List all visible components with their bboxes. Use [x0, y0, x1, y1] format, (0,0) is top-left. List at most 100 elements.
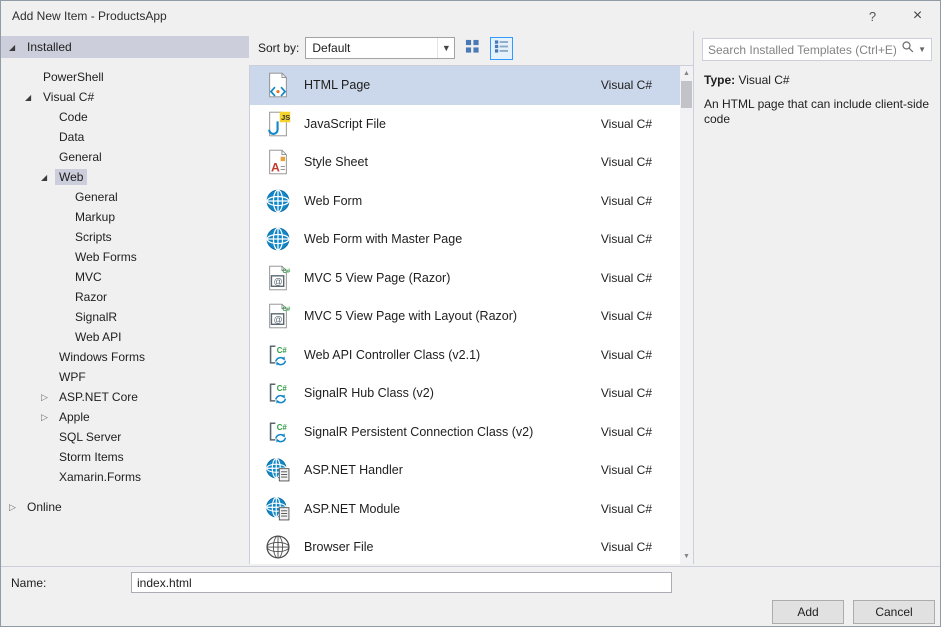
template-name: SignalR Hub Class (v2): [304, 386, 601, 400]
template-language: Visual C#: [601, 463, 652, 477]
template-name: Web Form: [304, 194, 601, 208]
template-language: Visual C#: [601, 117, 652, 131]
scroll-up-icon[interactable]: ▲: [680, 67, 693, 80]
template-language: Visual C#: [601, 232, 652, 246]
tree-item-markup[interactable]: Markup: [1, 207, 249, 227]
tree-item-label: Installed: [23, 39, 76, 55]
scrollbar-thumb[interactable]: [681, 81, 692, 108]
tree-item-online[interactable]: ▷ Online: [1, 497, 249, 517]
tree-item-storm-items[interactable]: Storm Items: [1, 447, 249, 467]
sort-by-value: Default: [306, 41, 437, 55]
name-input[interactable]: [131, 572, 672, 593]
javascript-file-icon: JS: [263, 109, 293, 139]
list-view-button[interactable]: [490, 37, 513, 60]
sort-by-label: Sort by:: [258, 41, 299, 55]
tree-item-windows-forms[interactable]: Windows Forms: [1, 347, 249, 367]
tree-item-razor[interactable]: Razor: [1, 287, 249, 307]
tree-item-visual-c[interactable]: ◢ Visual C#: [1, 87, 249, 107]
web-form-icon: [263, 186, 293, 216]
tree-item-mvc[interactable]: MVC: [1, 267, 249, 287]
template-item-asp-net-module[interactable]: ASP.NET Module Visual C#: [250, 490, 680, 529]
tree-item-apple[interactable]: ▷ Apple: [1, 407, 249, 427]
help-button[interactable]: ?: [850, 2, 895, 31]
template-item-web-form[interactable]: Web Form Visual C#: [250, 182, 680, 221]
small-icons-view-button[interactable]: [461, 37, 484, 60]
tree-item-label: ASP.NET Core: [55, 389, 142, 405]
add-button[interactable]: Add: [772, 600, 844, 624]
template-list-scrollbar[interactable]: ▲ ▼: [680, 66, 693, 564]
template-name: Web API Controller Class (v2.1): [304, 348, 601, 362]
sort-by-dropdown[interactable]: Default ▼: [305, 37, 455, 59]
template-name: SignalR Persistent Connection Class (v2): [304, 425, 601, 439]
svg-text:@: @: [274, 276, 283, 286]
aspnet-globe-icon: [263, 455, 293, 485]
expander-icon[interactable]: ◢: [41, 173, 55, 182]
tree-item-signalr[interactable]: SignalR: [1, 307, 249, 327]
template-item-web-api-controller-class-v2-1[interactable]: C# Web API Controller Class (v2.1) Visua…: [250, 336, 680, 375]
template-item-mvc-5-view-page-razor[interactable]: @C# MVC 5 View Page (Razor) Visual C#: [250, 259, 680, 298]
tree-item-asp-net-core[interactable]: ▷ ASP.NET Core: [1, 387, 249, 407]
expander-icon[interactable]: ▷: [41, 412, 55, 423]
expander-icon[interactable]: ▷: [41, 392, 55, 403]
tree-item-web-forms[interactable]: Web Forms: [1, 247, 249, 267]
description-panel: ▼ Type: Visual C# An HTML page that can …: [693, 31, 940, 564]
tree-item-label: Apple: [55, 409, 94, 425]
tree-item-sql-server[interactable]: SQL Server: [1, 427, 249, 447]
template-item-browser-file[interactable]: Browser File Visual C#: [250, 528, 680, 564]
tree-item-label: Storm Items: [55, 449, 128, 465]
list-toolbar: Sort by: Default ▼: [249, 31, 693, 65]
web-form-icon: [263, 224, 293, 254]
tree-item-label: General: [55, 149, 106, 165]
tree-item-general[interactable]: General: [1, 147, 249, 167]
svg-text:C#: C#: [282, 268, 290, 275]
type-label: Type:: [704, 73, 735, 87]
tree-item-web-api[interactable]: Web API: [1, 327, 249, 347]
search-box: ▼: [702, 38, 932, 61]
svg-text:C#: C#: [277, 346, 288, 355]
expander-icon[interactable]: ◢: [9, 43, 23, 52]
tree-item-general[interactable]: General: [1, 187, 249, 207]
tree-item-label: WPF: [55, 369, 90, 385]
tree-item-xamarin-forms[interactable]: Xamarin.Forms: [1, 467, 249, 487]
template-item-signalr-persistent-connection-class-v2[interactable]: C# SignalR Persistent Connection Class (…: [250, 413, 680, 452]
tree-item-code[interactable]: Code: [1, 107, 249, 127]
template-item-javascript-file[interactable]: JS JavaScript File Visual C#: [250, 105, 680, 144]
tree-item-installed[interactable]: ◢ Installed: [1, 36, 249, 58]
close-button[interactable]: ×: [895, 2, 940, 31]
mvc-view-icon: @C#: [263, 263, 293, 293]
template-item-html-page[interactable]: HTML Page Visual C#: [250, 66, 680, 105]
template-list: HTML Page Visual C# JS JavaScript File V…: [250, 66, 680, 564]
api-class-icon: C#: [263, 378, 293, 408]
tree-item-data[interactable]: Data: [1, 127, 249, 147]
svg-text:C#: C#: [277, 423, 288, 432]
template-item-style-sheet[interactable]: A Style Sheet Visual C#: [250, 143, 680, 182]
template-language: Visual C#: [601, 348, 652, 362]
tree-item-scripts[interactable]: Scripts: [1, 227, 249, 247]
template-item-web-form-with-master-page[interactable]: Web Form with Master Page Visual C#: [250, 220, 680, 259]
tree-item-wpf[interactable]: WPF: [1, 367, 249, 387]
search-chevron-down-icon[interactable]: ▼: [918, 45, 926, 54]
template-language: Visual C#: [601, 386, 652, 400]
type-value: Visual C#: [738, 73, 789, 87]
svg-text:A: A: [271, 161, 280, 175]
template-name: Web Form with Master Page: [304, 232, 601, 246]
expander-icon[interactable]: ▷: [9, 502, 23, 513]
category-tree: ◢ Installed PowerShell ◢ Visual C# Code …: [1, 31, 249, 564]
svg-text:C#: C#: [277, 384, 288, 393]
cancel-button[interactable]: Cancel: [853, 600, 935, 624]
search-input[interactable]: [703, 43, 901, 57]
search-icon[interactable]: [901, 40, 915, 59]
template-item-mvc-5-view-page-with-layout-razor[interactable]: @C# MVC 5 View Page with Layout (Razor) …: [250, 297, 680, 336]
template-item-asp-net-handler[interactable]: ASP.NET Handler Visual C#: [250, 451, 680, 490]
name-row: Name:: [1, 567, 940, 599]
tree-item-label: SQL Server: [55, 429, 125, 445]
tree-item-powershell[interactable]: PowerShell: [1, 67, 249, 87]
template-name: Style Sheet: [304, 155, 601, 169]
scroll-down-icon[interactable]: ▼: [680, 550, 693, 563]
template-name: ASP.NET Handler: [304, 463, 601, 477]
template-name: HTML Page: [304, 78, 601, 92]
expander-icon[interactable]: ◢: [25, 93, 39, 102]
tree-item-web[interactable]: ◢ Web: [1, 167, 249, 187]
template-item-signalr-hub-class-v2[interactable]: C# SignalR Hub Class (v2) Visual C#: [250, 374, 680, 413]
template-language: Visual C#: [601, 155, 652, 169]
